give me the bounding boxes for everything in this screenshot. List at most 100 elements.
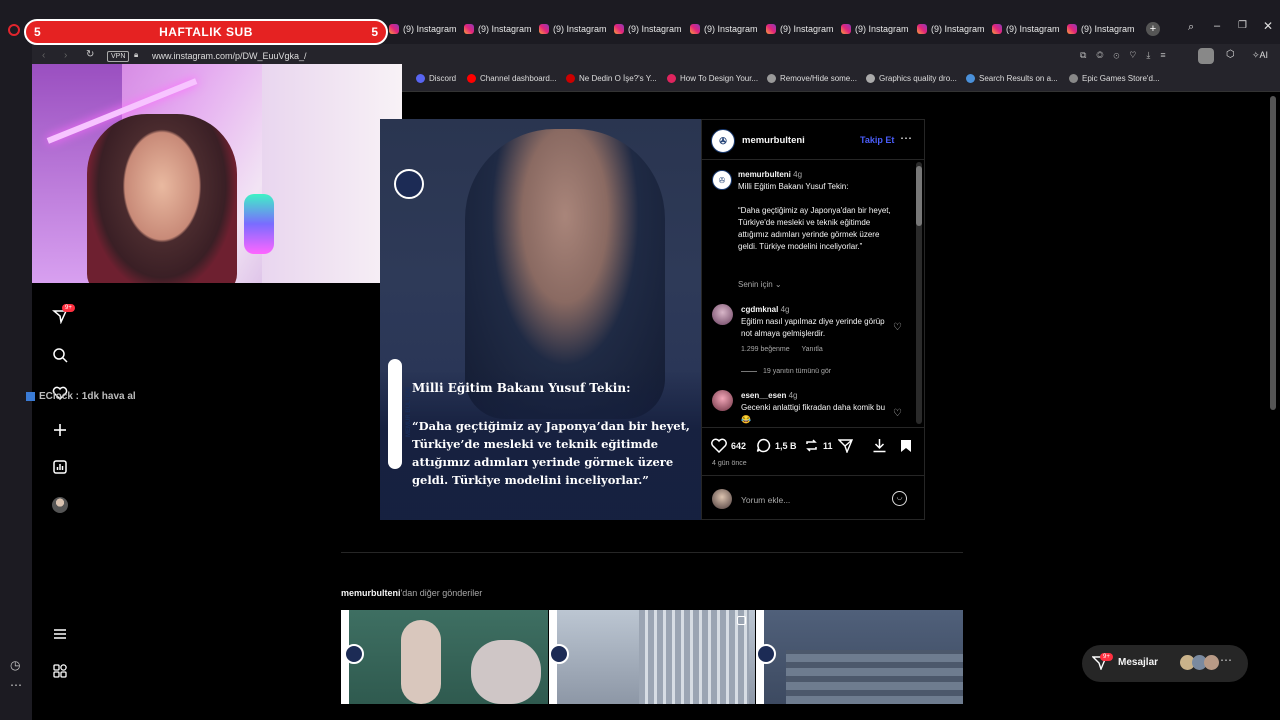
save-bookmark-icon[interactable]: [900, 439, 912, 458]
browser-tab[interactable]: (9) Instagram: [1067, 20, 1135, 38]
repost-icon: [806, 439, 817, 452]
messages-button[interactable]: 9+ Mesajlar ⋯: [1082, 645, 1248, 682]
view-replies-label: 19 yanıtın tümünü gör: [763, 368, 832, 375]
instagram-icon: [1067, 24, 1077, 34]
comment-like-icon[interactable]: ♡: [893, 322, 902, 333]
chevron-down-icon: ⌄: [774, 280, 782, 289]
for-you-label: Senin için: [738, 280, 773, 289]
browser-tab[interactable]: (9) Instagram: [917, 20, 985, 38]
browser-tab[interactable]: (9) Instagram: [389, 20, 457, 38]
likes-count: 642: [731, 440, 747, 451]
back-icon[interactable]: ‹: [42, 50, 45, 61]
bookmark-item[interactable]: Epic Games Store'd...: [1069, 74, 1160, 83]
also-from-meta-icon[interactable]: [50, 661, 70, 681]
browser-tab[interactable]: (9) Instagram: [539, 20, 607, 38]
search-icon[interactable]: [50, 345, 70, 365]
browser-tab[interactable]: (9) Instagram: [464, 20, 532, 38]
comment-user[interactable]: cgdmknal: [741, 305, 778, 314]
insights-icon[interactable]: [50, 457, 70, 477]
bookmark-label: How To Design Your...: [680, 74, 759, 83]
comment-time: 4g: [788, 391, 798, 400]
restore-button[interactable]: ❐: [1238, 20, 1247, 31]
view-replies-link[interactable]: 19 yanıtın tümünü gör: [741, 368, 831, 375]
history-icon[interactable]: ◷: [10, 658, 20, 672]
bookmark-item[interactable]: Channel dashboard...: [467, 74, 557, 83]
like-button[interactable]: 642: [711, 438, 746, 453]
bookmark-favicon-icon: [667, 74, 676, 83]
browser-tab[interactable]: (9) Instagram: [992, 20, 1060, 38]
comment-avatar[interactable]: [712, 304, 733, 325]
opera-logo-icon[interactable]: [8, 24, 20, 36]
bookmark-item[interactable]: Remove/Hide some...: [767, 74, 857, 83]
profile-avatar[interactable]: [1198, 48, 1214, 64]
comment-icon: [756, 438, 771, 453]
browser-tab[interactable]: (9) Instagram: [841, 20, 909, 38]
emoji-icon[interactable]: ◡: [892, 491, 907, 506]
bookmark-favicon-icon: [966, 74, 975, 83]
bookmark-item[interactable]: Ne Dedin O İşe?'s Y...: [566, 74, 657, 83]
minimize-button[interactable]: –: [1214, 20, 1220, 32]
vpn-badge[interactable]: VPN: [107, 51, 130, 62]
comment-like-icon[interactable]: ♡: [893, 408, 902, 419]
comment-likes[interactable]: 1.299 beğenme: [741, 346, 790, 353]
reload-icon[interactable]: ↻: [86, 49, 94, 60]
tab-label: (9) Instagram: [553, 24, 607, 34]
bookmark-item[interactable]: Search Results on a...: [966, 74, 1058, 83]
bookmark-item[interactable]: How To Design Your...: [667, 74, 758, 83]
notifications-icon[interactable]: 9+: [50, 304, 75, 326]
tab-label: (9) Instagram: [403, 24, 457, 34]
lock-icon: 🔒︎: [134, 50, 139, 59]
bookmark-item[interactable]: Discord: [416, 74, 456, 83]
for-you-dropdown[interactable]: Senin için ⌄: [738, 279, 782, 291]
account-name[interactable]: memurbulteni: [742, 135, 805, 146]
post-image[interactable]: MEMUR BÜLTENİ Milli Eğitim Bakanı Yusuf …: [380, 119, 701, 520]
new-tab-button[interactable]: +: [1146, 22, 1160, 36]
post-details-panel: ✇ memurbulteni Takip Et ⋯ ✇ memurbulteni…: [701, 119, 925, 520]
more-posts-user[interactable]: memurbulteni: [341, 588, 401, 598]
browser-tab[interactable]: (9) Instagram: [690, 20, 758, 38]
more-posts-heading: memurbulteni'dan diğer gönderiler: [341, 588, 482, 598]
more-options-icon[interactable]: ⋯: [900, 131, 912, 145]
ai-button[interactable]: ✧AI: [1252, 50, 1268, 61]
caption-avatar[interactable]: ✇: [712, 170, 732, 190]
comment-input[interactable]: Yorum ekle...: [741, 495, 790, 505]
follow-button[interactable]: Takip Et: [860, 135, 894, 145]
share-icon[interactable]: [837, 439, 854, 458]
extensions-icon[interactable]: ⬡: [1226, 49, 1235, 60]
image-logo-icon: [394, 169, 424, 199]
menu-icon[interactable]: [50, 624, 70, 644]
bookmark-item[interactable]: Graphics quality dro...: [866, 74, 957, 83]
grid-post-thumbnail[interactable]: [756, 610, 963, 704]
image-quote-body: “Daha geçtiğimiz ay Japonya’dan bir heye…: [412, 419, 690, 487]
more-icon[interactable]: ⋯: [10, 678, 22, 692]
download-icon[interactable]: [872, 438, 887, 458]
grid-post-thumbnail[interactable]: [341, 610, 548, 704]
grid-post-thumbnail[interactable]: [549, 610, 755, 704]
browser-tab[interactable]: (9) Instagram: [766, 20, 834, 38]
url-field[interactable]: www.instagram.com/p/DW_EuuVgka_/: [152, 51, 307, 61]
search-tabs-icon[interactable]: ⌕: [1188, 21, 1194, 34]
comment-avatar[interactable]: [712, 390, 733, 411]
comment-user[interactable]: esen__esen: [741, 391, 786, 400]
comments-scrollbar[interactable]: [916, 162, 922, 424]
close-window-button[interactable]: ✕: [1263, 19, 1273, 33]
message-avatar: [1204, 655, 1219, 670]
profile-avatar-icon[interactable]: [50, 495, 70, 515]
create-icon[interactable]: [50, 420, 70, 440]
forward-icon[interactable]: ›: [64, 50, 67, 61]
more-icon: ⋯: [1220, 653, 1232, 667]
page-scrollbar[interactable]: [1270, 96, 1276, 410]
comment-text: Eğitim nasıl yapılmaz diye yerinde görüp…: [741, 317, 885, 338]
comment-button[interactable]: 1,5 B: [756, 438, 797, 453]
caption-line1: Milli Eğitim Bakanı Yusuf Tekin:: [738, 182, 849, 191]
bookmark-favicon-icon: [416, 74, 425, 83]
repost-button[interactable]: 11: [804, 438, 833, 453]
stream-widget-icon: [26, 392, 35, 401]
banner-right-number: 5: [371, 25, 378, 39]
browser-tab[interactable]: (9) Instagram: [614, 20, 682, 38]
caption-user[interactable]: memurbulteni: [738, 170, 791, 179]
account-avatar[interactable]: ✇: [711, 129, 735, 153]
reply-link[interactable]: Yanıtla: [801, 346, 822, 353]
banner-left-number: 5: [34, 25, 41, 39]
tab-label: (9) Instagram: [704, 24, 758, 34]
